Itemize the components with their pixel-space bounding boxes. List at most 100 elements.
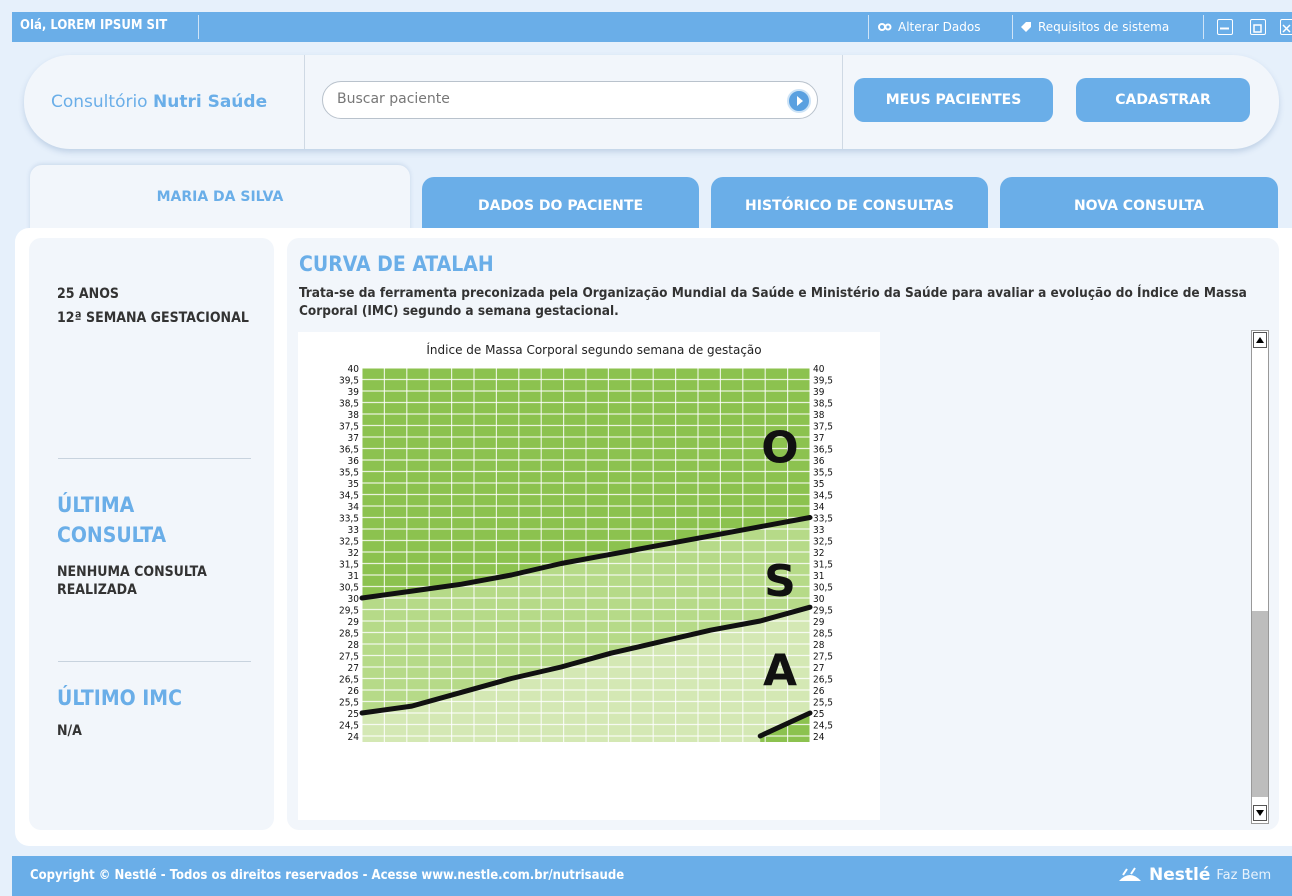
search-go-button[interactable]	[787, 89, 811, 113]
y-tick-label-right: 31,5	[813, 560, 833, 571]
y-tick-label-left: 32	[348, 548, 359, 559]
y-tick-label-left: 30,5	[339, 583, 359, 594]
zone-label-O: O	[761, 423, 798, 474]
minimize-button[interactable]	[1217, 19, 1233, 35]
divider	[1203, 15, 1204, 39]
vertical-scrollbar[interactable]	[1251, 330, 1269, 824]
y-tick-label-right: 29,5	[813, 606, 833, 617]
atalah-chart: Índice de Massa Corporal segundo semana …	[298, 332, 880, 820]
y-tick-label-right: 39,5	[813, 376, 833, 387]
y-tick-label-right: 36	[813, 456, 825, 467]
y-tick-label-left: 37,5	[339, 422, 359, 433]
chart-svg: Índice de Massa Corporal segundo semana …	[339, 342, 833, 743]
y-tick-label-left: 32,5	[339, 537, 359, 548]
search-box	[322, 81, 818, 119]
y-tick-label-left: 35,5	[339, 468, 359, 479]
y-tick-label-right: 30,5	[813, 583, 833, 594]
y-tick-label-right: 37	[813, 433, 824, 444]
divider	[1012, 15, 1013, 39]
y-tick-label-left: 31	[348, 571, 359, 582]
tab-nova-consulta[interactable]: NOVA CONSULTA	[1000, 177, 1278, 235]
minimize-icon	[1220, 27, 1229, 30]
y-tick-label-left: 38,5	[339, 399, 359, 410]
patient-summary: 25 ANOS 12ª SEMANA GESTACIONAL ÚLTIMA CO…	[29, 238, 274, 830]
main-panel: 25 ANOS 12ª SEMANA GESTACIONAL ÚLTIMA CO…	[15, 228, 1292, 846]
y-tick-label-right: 32	[813, 548, 824, 559]
y-tick-label-right: 27,5	[813, 652, 833, 663]
arrow-up-icon	[1256, 337, 1264, 343]
nestle-tagline: Faz Bem	[1216, 867, 1272, 883]
y-tick-label-right: 34	[813, 502, 825, 513]
y-tick-label-right: 30	[813, 594, 825, 605]
arrow-down-icon	[1256, 810, 1264, 816]
y-tick-label-left: 24	[348, 732, 360, 743]
alterar-dados-label: Alterar Dados	[898, 20, 981, 34]
y-tick-label-right: 33	[813, 525, 824, 536]
y-tick-label-right: 28	[813, 640, 825, 651]
y-tick-label-left: 38	[348, 410, 360, 421]
y-tick-label-left: 30	[348, 594, 360, 605]
y-tick-label-right: 28,5	[813, 629, 833, 640]
y-tick-label-right: 25,5	[813, 698, 833, 709]
tab-historico-consultas[interactable]: HISTÓRICO DE CONSULTAS	[711, 177, 988, 235]
scroll-up-button[interactable]	[1253, 332, 1267, 348]
zone-label-S: S	[764, 556, 796, 607]
nestle-logo: Nestlé Faz Bem	[1117, 865, 1271, 885]
play-arrow-icon	[797, 96, 803, 106]
cadastrar-button[interactable]: CADASTRAR	[1076, 78, 1250, 122]
last-consult-heading: ÚLTIMA CONSULTA	[57, 493, 167, 547]
divider	[198, 15, 199, 39]
y-tick-label-right: 35,5	[813, 468, 833, 479]
maximize-button[interactable]	[1250, 19, 1266, 35]
divider	[842, 55, 843, 149]
content-description: Trata-se da ferramenta preconizada pela …	[299, 285, 1247, 319]
close-button[interactable]	[1280, 19, 1292, 35]
y-tick-label-left: 34,5	[339, 491, 359, 502]
requisitos-label: Requisitos de sistema	[1038, 20, 1170, 34]
app-brand: Consultório Nutri Saúde	[51, 92, 267, 112]
y-tick-label-right: 40	[813, 364, 825, 375]
nestle-brand: Nestlé	[1149, 865, 1211, 885]
divider	[868, 15, 869, 39]
tab-dados-paciente[interactable]: DADOS DO PACIENTE	[422, 177, 699, 235]
y-tick-label-left: 25	[348, 709, 359, 720]
y-tick-label-left: 39	[348, 387, 360, 398]
y-tick-label-right: 33,5	[813, 514, 833, 525]
last-imc-value: N/A	[57, 723, 82, 739]
y-tick-label-right: 24,5	[813, 721, 833, 732]
tab-patient-name[interactable]: MARIA DA SILVA	[30, 165, 410, 235]
search-input[interactable]	[337, 91, 767, 107]
y-tick-label-right: 26	[813, 686, 825, 697]
patient-age: 25 ANOS	[57, 286, 119, 302]
y-tick-label-right: 34,5	[813, 491, 833, 502]
y-tick-label-left: 33,5	[339, 514, 359, 525]
y-tick-label-right: 31	[813, 571, 824, 582]
y-tick-label-left: 31,5	[339, 560, 359, 571]
y-tick-label-left: 25,5	[339, 698, 359, 709]
scroll-down-button[interactable]	[1253, 805, 1267, 821]
y-tick-label-left: 35	[348, 479, 359, 490]
copyright-text: Copyright © Nestlé - Todos os direitos r…	[30, 868, 624, 883]
settings-icon	[878, 23, 892, 31]
greeting-text: Olá, LOREM IPSUM SIT	[20, 18, 168, 33]
site-link[interactable]: Acesse www.nestle.com.br/nutrisaude	[372, 868, 625, 883]
tag-icon	[1021, 22, 1031, 32]
requisitos-link[interactable]: Requisitos de sistema	[1020, 20, 1169, 34]
y-tick-label-right: 36,5	[813, 445, 833, 456]
meus-pacientes-button[interactable]: MEUS PACIENTES	[854, 78, 1053, 122]
header-bar: Consultório Nutri Saúde MEUS PACIENTES C…	[24, 55, 1279, 149]
y-tick-label-right: 26,5	[813, 675, 833, 686]
last-imc-heading: ÚLTIMO IMC	[57, 686, 182, 710]
y-tick-label-left: 26	[348, 686, 360, 697]
y-tick-label-left: 26,5	[339, 675, 359, 686]
y-tick-label-right: 29	[813, 617, 825, 628]
divider	[58, 458, 251, 459]
y-tick-label-right: 38	[813, 410, 825, 421]
alterar-dados-link[interactable]: Alterar Dados	[878, 20, 980, 34]
scroll-thumb[interactable]	[1252, 611, 1268, 797]
y-tick-label-right: 35	[813, 479, 824, 490]
y-tick-label-left: 39,5	[339, 376, 359, 387]
gestational-week: 12ª SEMANA GESTACIONAL	[57, 310, 249, 326]
y-tick-label-left: 29,5	[339, 606, 359, 617]
y-tick-label-left: 28,5	[339, 629, 359, 640]
